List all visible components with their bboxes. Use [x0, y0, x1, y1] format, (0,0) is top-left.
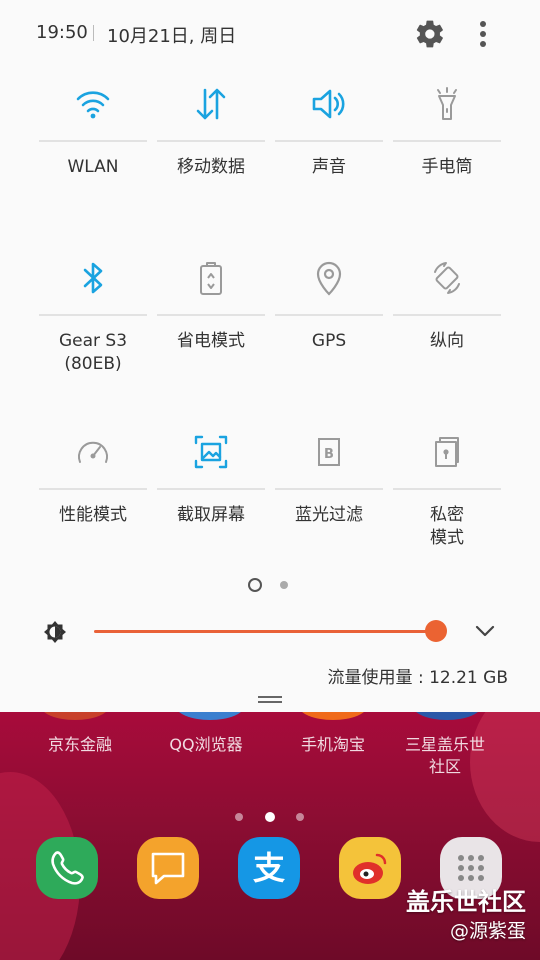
page-dot[interactable] — [280, 581, 288, 589]
tile-performance-mode[interactable]: 性能模式 — [39, 418, 147, 568]
status-bar: 19:50 10月21日, 周日 — [0, 0, 540, 68]
separator — [93, 25, 94, 41]
tile-screenshot[interactable]: 截取屏幕 — [157, 418, 265, 568]
watermark-author: @源紫蛋 — [449, 920, 526, 942]
tile-mobile-data[interactable]: 移动数据 — [157, 70, 265, 220]
tile-label: 手电筒 — [421, 157, 473, 177]
svg-text:B: B — [324, 447, 334, 462]
home-screen: 京东金融 QQ浏览器 手机淘宝 三星盖乐世 社区 支 盖乐世社区 @源紫蛋 — [0, 712, 540, 960]
home-page-dot[interactable] — [296, 813, 304, 821]
tile-label: 纵向 — [430, 331, 464, 351]
tile-label: 省电模式 — [177, 331, 245, 351]
tile-blue-light-filter[interactable]: B 蓝光过滤 — [275, 418, 383, 568]
page-indicator — [248, 578, 298, 592]
battery-saver-icon — [191, 258, 231, 298]
blue-light-filter-icon: B — [309, 432, 349, 472]
drag-handle[interactable] — [258, 696, 282, 704]
tile-label: 性能模式 — [59, 505, 127, 525]
app-label[interactable]: QQ浏览器 — [146, 734, 266, 756]
tile-bluetooth[interactable]: Gear S3 (80EB) — [39, 244, 147, 394]
chevron-down-icon[interactable] — [472, 620, 498, 642]
tile-label: 私密 模式 — [430, 505, 464, 548]
brightness-slider[interactable] — [94, 630, 436, 633]
more-vertical-icon[interactable] — [470, 18, 496, 50]
tile-flashlight[interactable]: 手电筒 — [393, 70, 501, 220]
tile-orientation[interactable]: 纵向 — [393, 244, 501, 394]
tile-label: 声音 — [312, 157, 346, 177]
app-icon-partial[interactable] — [40, 712, 110, 720]
location-icon — [309, 258, 349, 298]
screenshot-icon — [191, 432, 231, 472]
tile-wlan[interactable]: WLAN — [39, 70, 147, 220]
page-dot-current[interactable] — [248, 578, 262, 592]
app-icon-partial[interactable] — [175, 712, 245, 720]
tile-sound[interactable]: 声音 — [275, 70, 383, 220]
tile-gps[interactable]: GPS — [275, 244, 383, 394]
flashlight-icon — [427, 84, 467, 124]
brightness-slider-thumb[interactable] — [425, 620, 447, 642]
tile-label: 截取屏幕 — [177, 505, 245, 525]
app-label[interactable]: 手机淘宝 — [273, 734, 393, 756]
tile-label: WLAN — [67, 157, 119, 177]
alipay-icon[interactable]: 支 — [238, 837, 300, 899]
wifi-icon — [73, 84, 113, 124]
tile-private-mode[interactable]: 私密 模式 — [393, 418, 501, 568]
app-icon-partial[interactable] — [298, 712, 368, 720]
home-page-dot-current[interactable] — [265, 812, 275, 822]
home-page-dot[interactable] — [235, 813, 243, 821]
svg-text:支: 支 — [253, 849, 285, 887]
tile-label: 蓝光过滤 — [295, 505, 363, 525]
clock: 19:50 — [36, 22, 88, 43]
speedometer-icon — [73, 432, 113, 472]
watermark-title: 盖乐世社区 — [406, 888, 526, 916]
mobile-data-icon — [191, 84, 231, 124]
tile-label: Gear S3 (80EB) — [58, 331, 128, 374]
gear-icon[interactable] — [414, 18, 446, 50]
tile-label: 移动数据 — [177, 157, 245, 177]
tile-power-saving[interactable]: 省电模式 — [157, 244, 265, 394]
date: 10月21日, 周日 — [107, 26, 237, 47]
brightness-icon — [42, 619, 68, 645]
app-label[interactable]: 三星盖乐世 社区 — [385, 734, 505, 778]
phone-icon[interactable] — [36, 837, 98, 899]
app-icon-partial[interactable] — [412, 712, 482, 720]
weibo-icon[interactable] — [339, 837, 401, 899]
messages-icon[interactable] — [137, 837, 199, 899]
bluetooth-icon — [73, 258, 113, 298]
app-label[interactable]: 京东金融 — [20, 734, 140, 756]
private-mode-icon — [427, 432, 467, 472]
tile-label: GPS — [311, 331, 347, 351]
rotation-icon — [427, 258, 467, 298]
quick-settings-panel: 19:50 10月21日, 周日 WLAN 移动数据 声音 手电筒 Gear S… — [0, 0, 540, 712]
sound-icon — [309, 84, 349, 124]
data-usage-text: 流量使用量 : 12.21 GB — [327, 668, 508, 688]
